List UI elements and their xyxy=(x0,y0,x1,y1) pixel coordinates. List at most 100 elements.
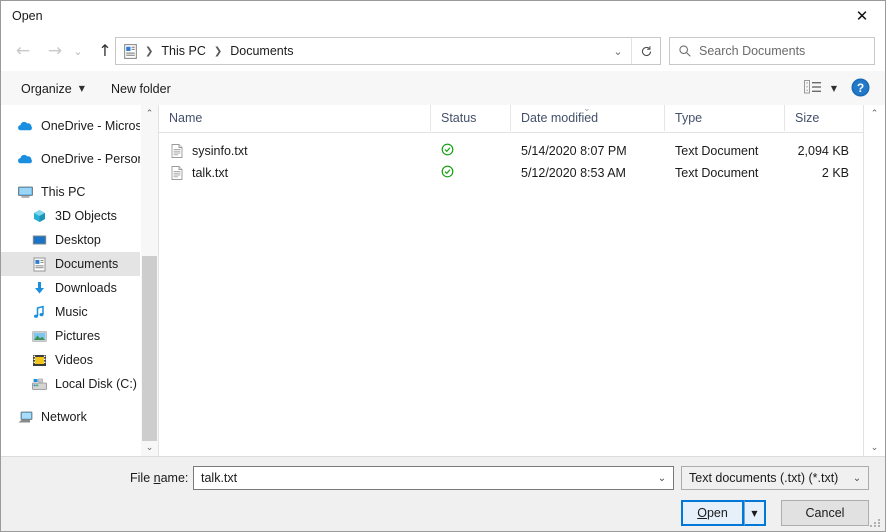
documents-folder-icon xyxy=(122,43,139,60)
column-header-label: Status xyxy=(441,111,476,125)
open-button[interactable]: Open xyxy=(681,500,744,526)
pictures-icon xyxy=(31,328,48,345)
breadcrumb-documents[interactable]: Documents xyxy=(228,44,295,58)
sidebar-item-music[interactable]: Music xyxy=(1,300,140,324)
sidebar-item-label: Documents xyxy=(55,257,118,271)
close-button[interactable]: ✕ xyxy=(839,1,885,31)
sidebar-scroll-up-button[interactable]: ⌃ xyxy=(141,105,158,122)
chevron-up-icon: ⌃ xyxy=(146,109,154,119)
window-title: Open xyxy=(12,9,43,23)
sidebar-scrollbar[interactable]: ⌃ ⌄ xyxy=(140,105,158,456)
sidebar-item-label: Pictures xyxy=(55,329,100,343)
column-header-label: Name xyxy=(169,111,202,125)
open-split-dropdown-button[interactable]: ▼ xyxy=(744,500,766,526)
sidebar-item-label: OneDrive - Person xyxy=(41,152,140,166)
column-header-size[interactable]: Size xyxy=(785,105,864,131)
view-list-icon xyxy=(804,80,822,97)
open-label-accel: O xyxy=(697,506,707,520)
file-name-input[interactable]: talk.txt ⌄ xyxy=(193,466,674,490)
sidebar-scroll-thumb[interactable] xyxy=(142,256,157,441)
sidebar-item-label: Videos xyxy=(55,353,93,367)
new-folder-button[interactable]: New folder xyxy=(105,78,177,99)
cell-name[interactable]: sysinfo.txt xyxy=(169,140,431,162)
sidebar-item-label: Downloads xyxy=(55,281,117,295)
file-type-filter-dropdown-button[interactable]: ⌄ xyxy=(846,467,868,489)
sidebar-item-network[interactable]: Network xyxy=(1,405,140,429)
sidebar-item-downloads[interactable]: Downloads xyxy=(1,276,140,300)
sidebar-item-label: 3D Objects xyxy=(55,209,117,223)
sidebar-item-documents[interactable]: Documents xyxy=(1,252,140,276)
cell-type: Text Document xyxy=(665,140,785,162)
file-name-dropdown-button[interactable]: ⌄ xyxy=(651,467,673,489)
organize-button[interactable]: Organize ▼ xyxy=(15,78,91,99)
svg-text:?: ? xyxy=(857,81,864,95)
column-header-status[interactable]: Status xyxy=(431,105,511,131)
file-name-label-accel: n xyxy=(154,471,161,485)
downloads-icon xyxy=(31,280,48,297)
file-name-label-post: ame: xyxy=(161,471,189,485)
refresh-button[interactable] xyxy=(631,38,660,64)
navigation-sidebar[interactable]: OneDrive - Micros OneDrive - Person This… xyxy=(1,105,140,456)
network-icon xyxy=(17,409,34,426)
breadcrumb-this-pc[interactable]: This PC xyxy=(159,44,207,58)
cancel-button[interactable]: Cancel xyxy=(781,500,869,526)
column-header-date-modified[interactable]: ⌄ Date modified xyxy=(511,105,665,131)
forward-button[interactable]: → xyxy=(41,37,69,65)
cell-name[interactable]: talk.txt xyxy=(169,162,431,184)
address-bar[interactable]: ❯ This PC ❯ Documents ⌄ xyxy=(115,37,661,65)
3d-objects-icon xyxy=(31,208,48,225)
chevron-down-icon: ⌄ xyxy=(871,443,879,453)
sidebar-item-local-disk-c[interactable]: Local Disk (C:) xyxy=(1,372,140,396)
file-size-label: 2 KB xyxy=(822,166,849,180)
sidebar-item-pictures[interactable]: Pictures xyxy=(1,324,140,348)
recent-locations-button[interactable]: ⌄ xyxy=(69,37,87,65)
table-row[interactable]: talk.txt 5/12/2020 8:53 AM Text Document… xyxy=(159,162,864,184)
sidebar-item-3d-objects[interactable]: 3D Objects xyxy=(1,204,140,228)
date-modified-label: 5/12/2020 8:53 AM xyxy=(521,166,626,180)
sidebar-item-desktop[interactable]: Desktop xyxy=(1,228,140,252)
search-input[interactable]: Search Documents xyxy=(699,44,805,58)
back-button[interactable]: ← xyxy=(9,37,37,65)
forward-arrow-icon: → xyxy=(48,43,62,60)
column-header-label: Size xyxy=(795,111,819,125)
sidebar-scroll-down-button[interactable]: ⌄ xyxy=(141,439,158,456)
cell-status xyxy=(431,140,511,162)
caret-down-icon: ▼ xyxy=(751,509,757,518)
file-list-scrollbar[interactable]: ⌃ ⌄ xyxy=(863,105,886,456)
open-file-dialog: Open ✕ ← → ⌄ ↑ xyxy=(0,0,886,532)
file-type-label: Text Document xyxy=(675,166,758,180)
view-mode-group[interactable]: ▼ xyxy=(804,77,837,99)
table-row[interactable]: sysinfo.txt 5/14/2020 8:07 PM Text Docum… xyxy=(159,140,864,162)
column-header-type[interactable]: Type xyxy=(665,105,785,131)
file-list-scroll-up-button[interactable]: ⌃ xyxy=(864,105,885,122)
text-document-icon xyxy=(169,143,185,159)
sidebar-item-this-pc[interactable]: This PC xyxy=(1,180,140,204)
file-name-label: sysinfo.txt xyxy=(192,144,248,158)
file-type-filter-select[interactable]: Text documents (.txt) (*.txt) ⌄ xyxy=(681,466,869,490)
column-header-name[interactable]: Name xyxy=(159,105,431,131)
file-name-label: File name: xyxy=(130,471,188,485)
search-box[interactable]: Search Documents xyxy=(669,37,875,65)
open-button-label: Open xyxy=(697,506,728,520)
breadcrumb-separator: ❯ xyxy=(208,46,228,57)
file-name-label: talk.txt xyxy=(192,166,228,180)
sidebar-item-onedrive-business[interactable]: OneDrive - Micros xyxy=(1,114,140,138)
cell-status xyxy=(431,162,511,184)
title-bar: Open ✕ xyxy=(1,1,885,32)
file-list-scroll-down-button[interactable]: ⌄ xyxy=(864,439,885,456)
refresh-icon xyxy=(640,45,653,58)
sidebar-item-label: Network xyxy=(41,410,87,424)
sync-status-icon xyxy=(441,165,454,181)
help-button[interactable]: ? xyxy=(851,78,870,97)
file-size-label: 2,094 KB xyxy=(798,144,849,158)
address-dropdown-button[interactable]: ⌄ xyxy=(605,38,631,64)
navigation-bar: ← → ⌄ ↑ ❯ This PC ❯ xyxy=(1,32,885,71)
sidebar-item-onedrive-personal[interactable]: OneDrive - Person xyxy=(1,147,140,171)
sort-descending-icon: ⌄ xyxy=(583,104,591,114)
chevron-down-icon: ⌄ xyxy=(146,443,154,453)
chevron-down-icon: ⌄ xyxy=(613,45,622,58)
resize-grip[interactable] xyxy=(870,517,881,528)
sidebar-item-videos[interactable]: Videos xyxy=(1,348,140,372)
open-label-post: pen xyxy=(707,506,728,520)
back-arrow-icon: ← xyxy=(16,43,30,60)
